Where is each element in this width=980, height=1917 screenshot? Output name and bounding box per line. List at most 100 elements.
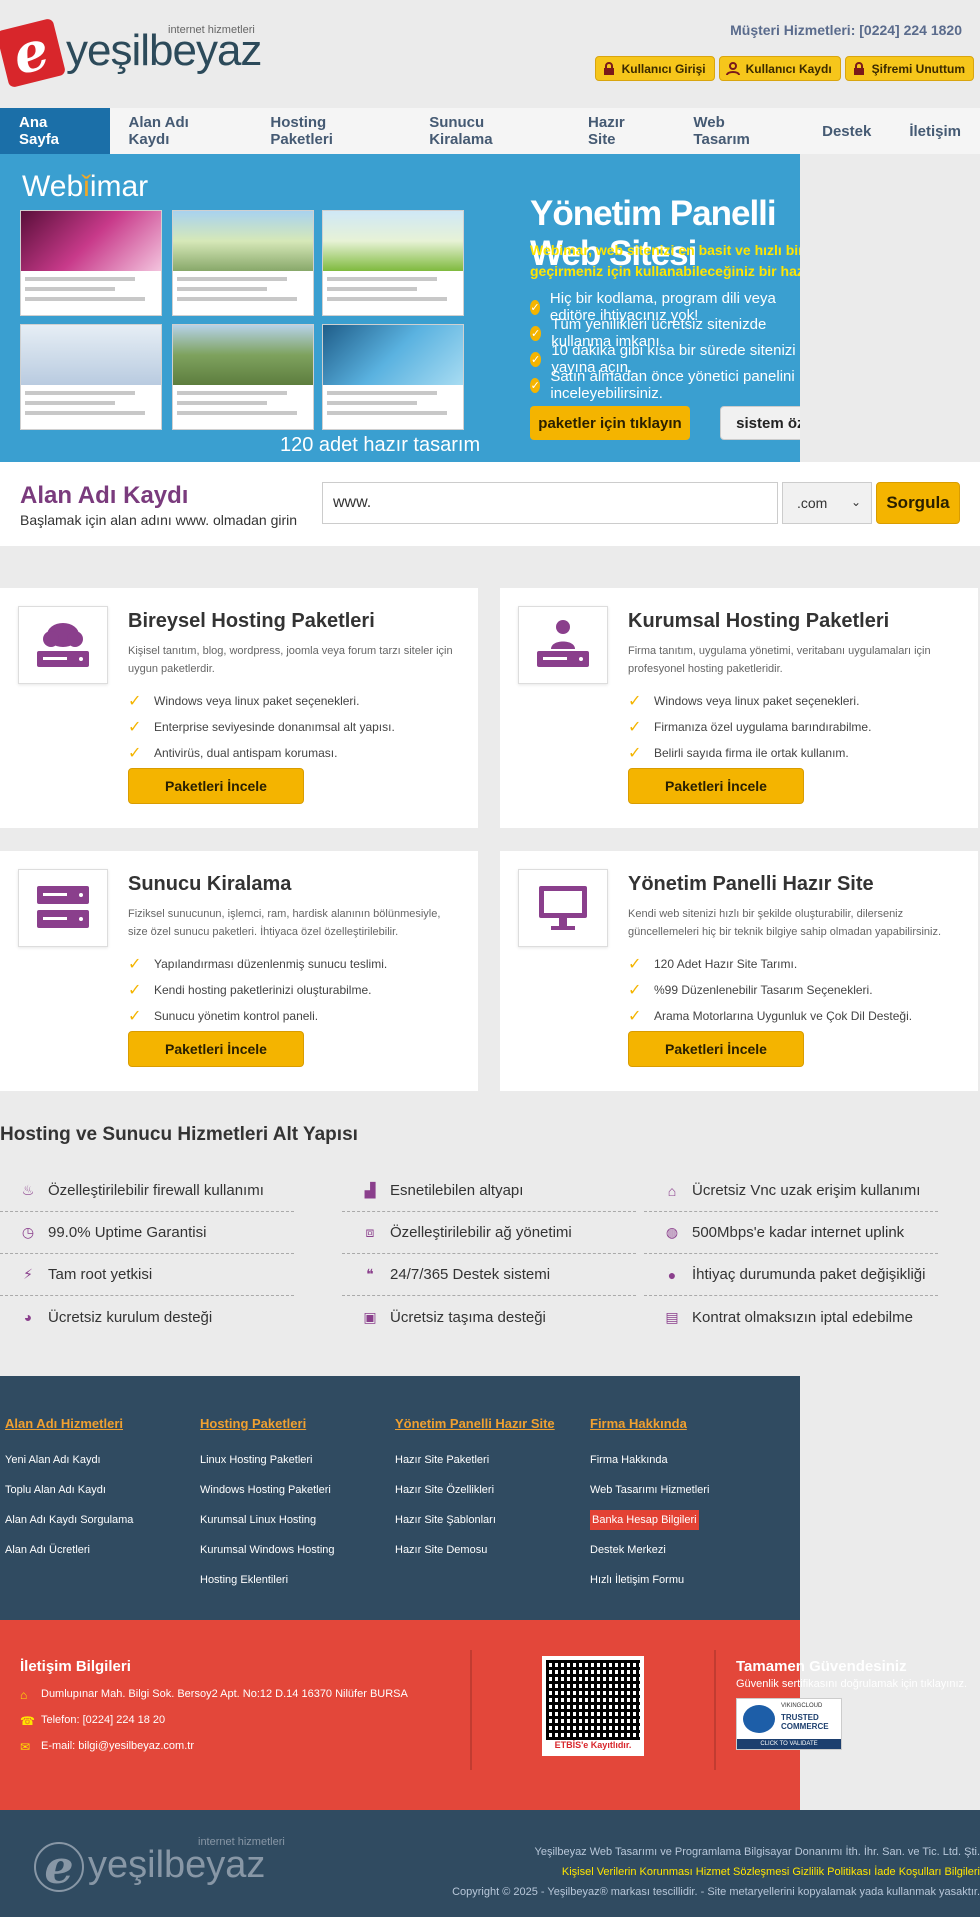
view-packages-button[interactable]: Paketleri İncele [128,1031,304,1067]
domain-input[interactable]: www. [322,482,778,524]
list-item: ▟ Esnetilebilen altyapı [342,1170,636,1212]
security-subtitle[interactable]: Güvenlik sertifikasını doğrulamak için t… [736,1678,967,1690]
footer-link[interactable]: Alan Adı Ücretleri [5,1535,133,1565]
logo-mark[interactable]: e [0,17,67,89]
clock-icon: ◷ [21,1224,35,1240]
list-item: ✓ Arama Motorlarına Uygunluk ve Çok Dil D… [628,1003,912,1029]
footer-link[interactable]: Alan Adı Kaydı Sorgulama [5,1505,133,1535]
template-thumbnail [322,210,464,316]
remote-access-icon: ⌂ [667,1182,677,1199]
list-item: ✓ 120 Adet Hazır Site Tarımı. [628,951,912,977]
card-feature-text: Yapılandırması düzenlenmiş sunucu teslim… [154,957,388,971]
infra-text: Tam root yetkisi [48,1266,153,1283]
nav-item-support[interactable]: Destek [803,108,890,154]
template-thumbnail [172,324,314,430]
legal-links[interactable]: Kişisel Verilerin Korunması Hizmet Sözle… [562,1866,980,1878]
list-item: ◍ 500Mbps'e kadar internet uplink [644,1212,938,1254]
contact-title: İletişim Bilgileri [20,1658,131,1675]
domain-search-button[interactable]: Sorgula [876,482,960,524]
forgot-password-button[interactable]: Şifremi Unuttum [844,56,974,81]
footer-link[interactable]: Destek Merkezi [590,1535,709,1565]
security-title: Tamamen Güvendesiniz [736,1658,907,1675]
view-packages-button[interactable]: Paketleri İncele [128,768,304,804]
list-item: ✓ Sunucu yönetim kontrol paneli. [128,1003,387,1029]
nav-item-domain[interactable]: Alan Adı Kaydı [110,108,252,154]
list-item: ⚡ Tam root yetkisi [0,1254,294,1296]
mail-icon: ✉ [20,1740,31,1754]
webimar-logo: Webǐimar [22,170,148,204]
login-label: Kullanıcı Girişi [621,61,706,76]
card-feature-text: Kendi hosting paketlerinizi oluşturabilm… [154,983,372,997]
footer-link[interactable]: Hosting Eklentileri [200,1565,335,1595]
nav-item-home[interactable]: Ana Sayfa [0,108,110,154]
nav-item-server[interactable]: Sunucu Kiralama [410,108,569,154]
lightbulb-icon: ● [667,1266,677,1283]
card-feature-text: Enterprise seviyesinde donanımsal alt ya… [154,720,395,734]
template-thumbnail [322,324,464,430]
footer-link[interactable]: Linux Hosting Paketleri [200,1445,335,1475]
footer-link[interactable]: Firma Hakkında [590,1445,709,1475]
register-label: Kullanıcı Kaydı [745,61,832,76]
footer-heading[interactable]: Firma Hakkında [590,1416,709,1431]
footer-link[interactable]: Kurumsal Linux Hosting [200,1505,335,1535]
list-item: ✓ Belirli sayıda firma ile ortak kullanım… [628,740,871,766]
view-packages-button[interactable]: Paketleri İncele [628,768,804,804]
seal-line-2: COMMERCE [781,1722,829,1731]
card-feature-text: %99 Düzenlenebilir Tasarım Seçenekleri. [654,983,873,997]
list-item: ● İhtiyaç durumunda paket değişikliği [644,1254,938,1296]
infra-column: ♨ Özelleştirilebilir firewall kullanımı ◷… [0,1170,294,1338]
card-feature-text: Belirli sayıda firma ile ortak kullanım. [654,746,849,760]
footer-heading[interactable]: Alan Adı Hizmetleri [5,1416,133,1431]
card-description: Firma tanıtım, uygulama yönetimi, verita… [628,645,931,675]
footer-column: Hosting Paketleri Linux Hosting Paketler… [200,1416,335,1595]
footer-link[interactable]: Hazır Site Paketleri [395,1445,555,1475]
card-description: Kişisel tanıtım, blog, wordpress, joomla… [128,645,453,675]
footer-link[interactable]: Web Tasarımı Hizmetleri [590,1475,709,1505]
list-item: ✓ Windows veya linux paket seçenekleri. [128,688,395,714]
footer-link[interactable]: Windows Hosting Paketleri [200,1475,335,1505]
signal-bars-icon: ▟ [364,1182,376,1198]
cloud-server-icon [18,606,108,684]
list-item: ✓ %99 Düzenlenebilir Tasarım Seçenekleri. [628,977,912,1003]
footer-heading[interactable]: Yönetim Panelli Hazır Site [395,1416,555,1431]
login-button[interactable]: Kullanıcı Girişi [594,56,715,81]
footer-link[interactable]: Hazır Site Özellikleri [395,1475,555,1505]
footer-logo-mark: e [34,1842,84,1892]
contact-email[interactable]: ✉ E-mail: bilgi@yesilbeyaz.com.tr [20,1740,194,1754]
account-buttons: Kullanıcı Girişi Kullanıcı Kaydı Şifremi… [594,56,974,81]
address-text: Dumlupınar Mah. Bilgi Sok. Bersoy2 Apt. … [41,1688,408,1700]
check-icon: ✓ [628,719,642,736]
footer-link-highlighted[interactable]: Banka Hesap Bilgileri [590,1505,709,1535]
tld-select[interactable]: .com ⌄ [782,482,872,524]
nav-item-hosting[interactable]: Hosting Paketleri [251,108,410,154]
footer-heading[interactable]: Hosting Paketleri [200,1416,335,1431]
footer-link[interactable]: Kurumsal Windows Hosting [200,1535,335,1565]
contact-address: ⌂ Dumlupınar Mah. Bilgi Sok. Bersoy2 Apt.… [20,1688,408,1702]
forgot-password-label: Şifremi Unuttum [871,61,965,76]
domain-subtitle: Başlamak için alan adını www. olmadan gi… [20,512,298,528]
card-title: Bireysel Hosting Paketleri [128,610,375,632]
packages-button[interactable]: paketler için tıklayın [530,406,690,440]
trusted-commerce-seal[interactable]: VIKINGCLOUD TRUSTED COMMERCE CLICK TO VA… [736,1698,842,1750]
footer-link[interactable]: Hazır Site Şablonları [395,1505,555,1535]
check-icon: ✓ [128,956,142,973]
register-button[interactable]: Kullanıcı Kaydı [718,56,841,81]
check-icon: ✓ [128,693,142,710]
nav-item-contact[interactable]: İletişim [890,108,980,154]
infra-text: Ücretsiz taşıma desteği [390,1308,546,1326]
check-icon: ✓ [628,1008,642,1025]
footer-link[interactable]: Hızlı İletişim Formu [590,1565,709,1595]
list-item: ♨ Özelleştirilebilir firewall kullanımı [0,1170,294,1212]
hero-banner[interactable]: Webǐimar 120 adet hazır tasarım Yönetim … [0,154,903,462]
footer-link[interactable]: Hazır Site Demosu [395,1535,555,1565]
footer-link[interactable]: Toplu Alan Adı Kaydı [5,1475,133,1505]
etbis-qr-badge[interactable]: ETBİS'e Kayıtlıdır. [542,1656,644,1756]
list-item: ✓ Yapılandırması düzenlenmiş sunucu tesli… [128,951,387,977]
nav-item-ready-site[interactable]: Hazır Site [569,108,674,154]
list-item: ✓ Kendi hosting paketlerinizi oluşturabil… [128,977,387,1003]
template-thumbnail [20,210,162,316]
nav-item-web-design[interactable]: Web Tasarım [674,108,803,154]
copyright: Copyright © 2025 - Yeşilbeyaz® markası t… [452,1886,980,1898]
view-packages-button[interactable]: Paketleri İncele [628,1031,804,1067]
footer-link[interactable]: Yeni Alan Adı Kaydı [5,1445,133,1475]
